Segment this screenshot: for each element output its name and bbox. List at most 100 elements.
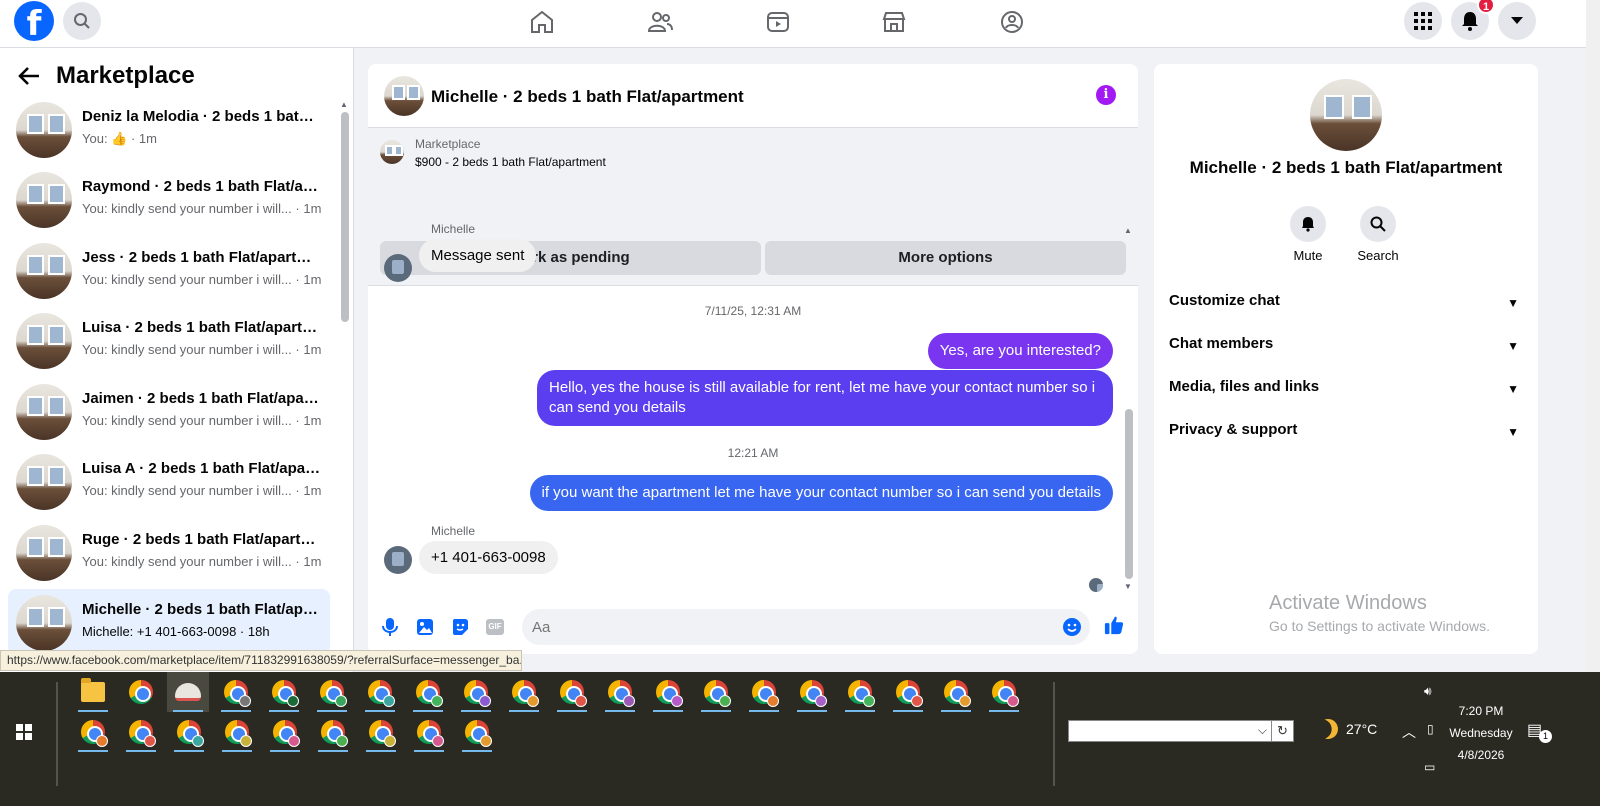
device-icon[interactable]: ▯ [1427, 722, 1434, 736]
send-like-button[interactable] [1104, 615, 1124, 635]
outgoing-message[interactable]: Yes, are you interested? [927, 333, 1113, 369]
friends-nav-button[interactable] [646, 8, 674, 36]
chrome-profile-app[interactable] [408, 712, 450, 752]
scroll-up-arrow[interactable]: ▲ [340, 100, 348, 109]
chat-title[interactable]: Michelle · 2 beds 1 bath Flat/apartment [431, 87, 744, 107]
pinned-app[interactable] [167, 672, 209, 712]
facebook-logo[interactable]: f [14, 1, 54, 41]
account-button[interactable] [1498, 2, 1536, 40]
conversation-item[interactable]: Ruge · 2 beds 1 bath Flat/apartment You:… [8, 519, 330, 585]
conversation-item[interactable]: Deniz la Melodia · 2 beds 1 bath Flat/ap… [8, 96, 330, 162]
outgoing-message[interactable]: Hello, yes the house is still available … [537, 370, 1113, 426]
search-button[interactable] [63, 2, 101, 40]
chevron-down-icon: ▼ [1507, 296, 1519, 310]
start-button[interactable] [16, 724, 32, 740]
chrome-profile-app[interactable] [216, 712, 258, 752]
chrome-profile-app[interactable] [455, 672, 497, 712]
privacy-support-section[interactable]: Privacy & support ▼ [1169, 421, 1523, 457]
file-explorer-app[interactable] [72, 672, 114, 712]
info-icon[interactable]: i [1096, 85, 1116, 105]
sender-avatar[interactable] [384, 254, 412, 282]
media-files-links-section[interactable]: Media, files and links ▼ [1169, 378, 1523, 414]
conversation-item[interactable]: Luisa A · 2 beds 1 bath Flat/apartment Y… [8, 448, 330, 514]
chrome-profile-app[interactable] [503, 672, 545, 712]
dropdown-arrow-icon[interactable]: ⌵ [1258, 723, 1267, 738]
listing-thumbnail [16, 384, 72, 440]
notifications-button[interactable]: 1 [1451, 0, 1495, 40]
customize-chat-section[interactable]: Customize chat ▼ [1169, 292, 1523, 328]
attach-photo-button[interactable] [415, 617, 435, 637]
chrome-profile-app[interactable] [215, 672, 257, 712]
message-input-box[interactable] [522, 609, 1090, 645]
incoming-message[interactable]: +1 401-663-0098 [419, 541, 558, 574]
taskbar-separator [1053, 682, 1055, 786]
tray-expand-icon[interactable]: ︿ [1402, 722, 1416, 742]
chrome-profile-app[interactable] [743, 672, 785, 712]
system-clock[interactable]: 7:20 PM Wednesday 4/8/2026 [1444, 700, 1518, 766]
conversation-name: Ruge · 2 beds 1 bath Flat/apartment [82, 531, 322, 548]
chrome-profile-app[interactable] [120, 712, 162, 752]
conversation-item[interactable]: Jaimen · 2 beds 1 bath Flat/apartment Yo… [8, 378, 330, 444]
chrome-profile-app[interactable] [359, 672, 401, 712]
groups-nav-button[interactable] [998, 8, 1026, 36]
chrome-app[interactable] [120, 672, 162, 712]
chat-members-section[interactable]: Chat members ▼ [1169, 335, 1523, 371]
sticker-button[interactable] [450, 617, 470, 637]
chrome-profile-app[interactable] [791, 672, 833, 712]
chrome-profile-app[interactable] [839, 672, 881, 712]
chrome-icon [464, 680, 491, 707]
conversation-item-active[interactable]: Michelle · 2 beds 1 bath Flat/apartment … [8, 589, 330, 655]
home-nav-button[interactable] [528, 8, 556, 36]
chat-scrollbar[interactable] [1125, 409, 1133, 579]
emoji-button[interactable] [1062, 617, 1082, 642]
menu-button[interactable] [1404, 2, 1442, 40]
chrome-profile-app[interactable] [264, 712, 306, 752]
back-arrow-icon[interactable] [18, 66, 40, 86]
chat-scroll-down-arrow[interactable]: ▼ [1124, 582, 1132, 591]
refresh-icon[interactable]: ↻ [1271, 721, 1293, 741]
outgoing-message[interactable]: if you want the apartment let me have yo… [529, 475, 1113, 511]
voice-clip-button[interactable] [380, 617, 400, 637]
chat-scroll-up-arrow[interactable]: ▲ [1124, 226, 1132, 235]
chrome-profile-app[interactable] [695, 672, 737, 712]
gif-button[interactable]: GIF [485, 617, 505, 637]
taskbar-address-box[interactable]: ⌵ ↻ [1068, 720, 1294, 742]
mute-action[interactable]: Mute [1278, 206, 1338, 263]
chrome-profile-app[interactable] [983, 672, 1025, 712]
incoming-message[interactable]: Message sent [419, 239, 537, 272]
search-action[interactable]: Search [1348, 206, 1408, 263]
chrome-profile-app[interactable] [360, 712, 402, 752]
chrome-profile-app[interactable] [551, 672, 593, 712]
chrome-profile-app[interactable] [168, 712, 210, 752]
action-center-button[interactable]: ▤ 1 [1527, 720, 1552, 743]
message-input[interactable] [522, 609, 1042, 645]
conversation-item[interactable]: Luisa · 2 beds 1 bath Flat/apartment You… [8, 307, 330, 373]
chrome-icon [656, 680, 683, 707]
chrome-profile-app[interactable] [599, 672, 641, 712]
network-icon[interactable]: ▭ [1424, 760, 1435, 774]
marketplace-label: Marketplace [415, 137, 481, 151]
chat-avatar[interactable] [384, 76, 424, 116]
chrome-profile-app[interactable] [456, 712, 498, 752]
conversation-item[interactable]: Jess · 2 beds 1 bath Flat/apartment You:… [8, 237, 330, 303]
chat-details-panel: Michelle · 2 beds 1 bath Flat/apartment … [1154, 64, 1538, 654]
chrome-profile-app[interactable] [311, 672, 353, 712]
chrome-profile-app[interactable] [935, 672, 977, 712]
page-scrollbar[interactable] [1586, 0, 1600, 672]
conversation-item[interactable]: Raymond · 2 beds 1 bath Flat/apartment Y… [8, 166, 330, 232]
chrome-profile-app[interactable] [312, 712, 354, 752]
chrome-profile-app[interactable] [887, 672, 929, 712]
weather-widget[interactable]: 27°C [1318, 719, 1377, 739]
left-scrollbar[interactable] [341, 112, 349, 322]
chrome-profile-app[interactable] [647, 672, 689, 712]
search-icon [1370, 216, 1386, 232]
profile-avatar[interactable] [1310, 79, 1382, 151]
volume-icon[interactable]: 🔊︎ [1424, 684, 1432, 699]
video-nav-button[interactable] [764, 8, 792, 36]
marketplace-nav-button[interactable] [880, 8, 908, 36]
listing-description[interactable]: $900 - 2 beds 1 bath Flat/apartment [415, 155, 606, 169]
sender-avatar[interactable] [384, 546, 412, 574]
chrome-profile-app[interactable] [407, 672, 449, 712]
chrome-profile-app[interactable] [263, 672, 305, 712]
chrome-profile-app[interactable] [72, 712, 114, 752]
